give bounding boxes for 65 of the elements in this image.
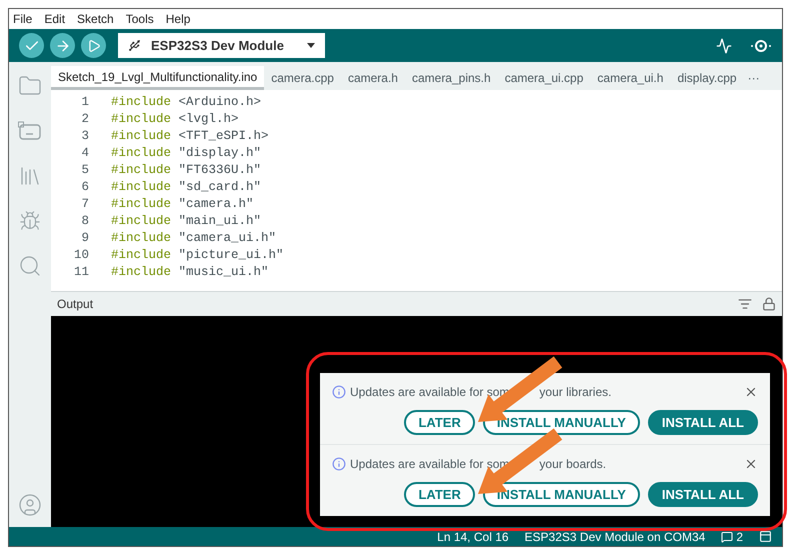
- menu-item[interactable]: Edit: [44, 10, 66, 28]
- notification-icon[interactable]: [721, 530, 734, 542]
- board-status: ESP32S3 Dev Module on COM34: [524, 528, 706, 546]
- dropdown-caret-icon: [307, 43, 315, 48]
- file-tab[interactable]: camera.cpp: [264, 66, 341, 90]
- menu-item[interactable]: Sketch: [77, 10, 114, 28]
- code-line: #include "sd_card.h": [111, 179, 262, 196]
- line-number: 3: [80, 128, 89, 145]
- more-tabs-button[interactable]: ···: [744, 66, 764, 90]
- code-line: #include "display.h": [111, 145, 262, 162]
- board-selector[interactable]: ESP32S3 Dev Module: [118, 33, 325, 58]
- line-number: 1: [80, 94, 89, 111]
- code-line: #include <Arduino.h>: [111, 94, 262, 111]
- code-line: #include "camera_ui.h": [111, 230, 276, 247]
- file-tab[interactable]: camera_ui.h: [590, 66, 670, 90]
- notification-button[interactable]: INSTALL ALL: [648, 410, 758, 435]
- code-line: #include <TFT_eSPI.h>: [111, 128, 269, 145]
- debug-button[interactable]: [81, 33, 106, 58]
- verify-button[interactable]: [19, 33, 44, 58]
- notification-button[interactable]: INSTALL ALL: [648, 482, 758, 507]
- panel-toggle-icon[interactable]: [759, 530, 772, 543]
- output-title: Output: [57, 296, 94, 313]
- code-line: #include "camera.h": [111, 196, 254, 213]
- menu-item[interactable]: Help: [166, 10, 190, 28]
- line-number: 6: [80, 179, 89, 196]
- code-line: #include "picture_ui.h": [111, 247, 284, 264]
- file-tab[interactable]: camera_pins.h: [404, 66, 498, 90]
- notification-text: your boards.: [539, 456, 606, 473]
- lock-icon[interactable]: [762, 297, 776, 311]
- line-number: 11: [72, 264, 89, 281]
- code-line: #include "music_ui.h": [111, 264, 269, 281]
- line-number: 9: [80, 230, 89, 247]
- line-number: 2: [80, 111, 89, 128]
- file-tab[interactable]: Sketch_19_Lvgl_Multifunctionality.ino: [51, 66, 264, 90]
- arrow-right-icon: [54, 38, 70, 54]
- notification-text: your libraries.: [539, 384, 612, 401]
- notification-button[interactable]: LATER: [404, 410, 475, 435]
- info-icon: [332, 385, 346, 399]
- upload-button[interactable]: [50, 33, 75, 58]
- code-line: #include <lvgl.h>: [111, 111, 239, 128]
- line-number: 4: [80, 145, 89, 162]
- notification-button[interactable]: INSTALL MANUALLY: [482, 482, 640, 507]
- code-line: #include "FT6336U.h": [111, 162, 262, 179]
- file-tab[interactable]: camera_ui.cpp: [498, 66, 590, 90]
- line-number: 5: [80, 162, 89, 179]
- notification-button[interactable]: INSTALL MANUALLY: [482, 410, 640, 435]
- notification-button[interactable]: LATER: [404, 482, 475, 507]
- line-number: 8: [80, 213, 89, 230]
- play-icon: [86, 38, 100, 52]
- line-number: 7: [80, 196, 89, 213]
- menu-item[interactable]: Tools: [126, 10, 154, 28]
- file-tab[interactable]: display.cpp: [670, 66, 744, 90]
- usb-icon: [128, 39, 141, 52]
- close-icon[interactable]: [744, 385, 758, 399]
- serial-plotter-icon[interactable]: [716, 38, 732, 54]
- menu-item[interactable]: File: [13, 10, 32, 28]
- line-number: 10: [72, 247, 89, 264]
- cursor-position: Ln 14, Col 16: [437, 528, 509, 546]
- info-icon: [332, 457, 346, 471]
- clear-output-icon[interactable]: [738, 297, 752, 311]
- code-line: #include "main_ui.h": [111, 213, 262, 230]
- close-icon[interactable]: [744, 457, 758, 471]
- file-tab[interactable]: camera.h: [340, 66, 405, 90]
- serial-monitor-icon[interactable]: [750, 38, 772, 54]
- notification-count: 2: [736, 528, 743, 546]
